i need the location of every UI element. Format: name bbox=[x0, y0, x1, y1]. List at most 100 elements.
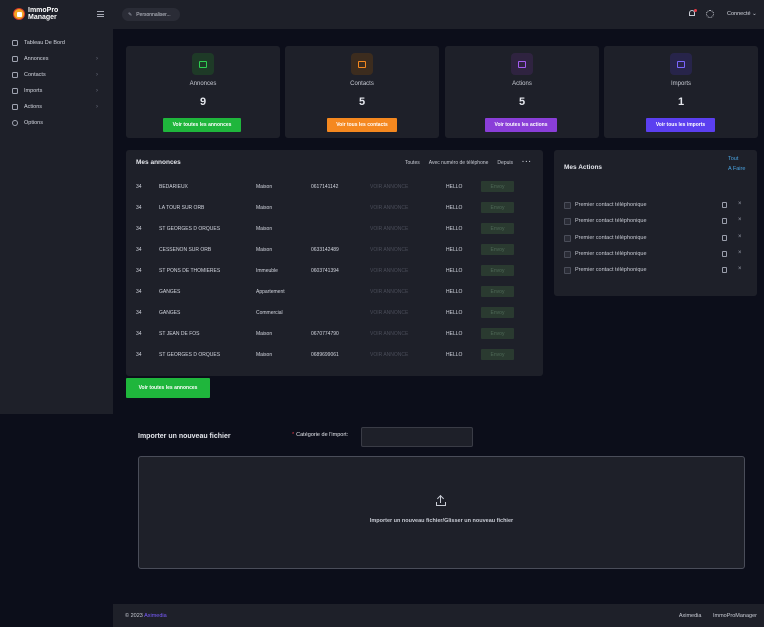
category-select[interactable] bbox=[361, 427, 473, 447]
stat-card-annonces: Annonces 9 Voir toutes les annonces bbox=[126, 46, 280, 138]
sidebar-item-label: Contacts bbox=[24, 72, 46, 78]
view-listing-link[interactable]: VOIR ANNONCE bbox=[370, 310, 408, 316]
table-row: 34 LA TOUR SUR ORB Maison VOIR ANNONCE H… bbox=[126, 197, 543, 218]
view-listing-link[interactable]: VOIR ANNONCE bbox=[370, 331, 408, 337]
view-listing-link[interactable]: VOIR ANNONCE bbox=[370, 247, 408, 253]
view-listing-link[interactable]: VOIR ANNONCE bbox=[370, 226, 408, 232]
file-dropzone[interactable]: Importer un nouveau fichier/Glisser un n… bbox=[138, 456, 745, 569]
status-badge[interactable]: Envoy bbox=[481, 202, 514, 213]
action-checkbox[interactable] bbox=[564, 267, 571, 274]
footer-link-immopromanager[interactable]: ImmoProManager bbox=[713, 613, 757, 619]
table-row: 34 ST GEORGES D ORQUES Maison VOIR ANNON… bbox=[126, 218, 543, 239]
table-row: 34 ST GEORGES D ORQUES Maison 0689699061… bbox=[126, 344, 543, 365]
sidebar-item-label: Actions bbox=[24, 104, 43, 110]
sidebar-item-label: Imports bbox=[24, 88, 43, 94]
document-icon[interactable] bbox=[722, 202, 727, 208]
status-badge[interactable]: Envoy bbox=[481, 286, 514, 297]
view-annonces-button[interactable]: Voir toutes les annonces bbox=[163, 118, 241, 132]
stat-label: Contacts bbox=[350, 81, 374, 87]
sidebar-item-annonces[interactable]: Annonces › bbox=[0, 51, 113, 67]
close-icon[interactable]: × bbox=[738, 234, 742, 240]
status-badge[interactable]: Envoy bbox=[481, 265, 514, 276]
actions-filter-all[interactable]: Tout bbox=[728, 156, 738, 162]
listing-icon bbox=[12, 56, 18, 62]
action-checkbox[interactable] bbox=[564, 202, 571, 209]
filter-all[interactable]: Toutes bbox=[405, 160, 420, 166]
list-item: Premier contact téléphonique × bbox=[564, 200, 750, 214]
import-icon bbox=[12, 88, 18, 94]
house-icon bbox=[192, 53, 214, 75]
close-icon[interactable]: × bbox=[738, 201, 742, 207]
view-listing-link[interactable]: VOIR ANNONCE bbox=[370, 184, 408, 190]
contacts-icon bbox=[12, 72, 18, 78]
sidebar-item-imports[interactable]: Imports › bbox=[0, 83, 113, 99]
logo-icon bbox=[13, 8, 25, 20]
top-header: ✎ Personnaliser... Connecté ⌄ bbox=[113, 0, 764, 29]
view-listing-link[interactable]: VOIR ANNONCE bbox=[370, 205, 408, 211]
document-icon[interactable] bbox=[722, 235, 727, 241]
view-listing-link[interactable]: VOIR ANNONCE bbox=[370, 268, 408, 274]
menu-toggle-icon[interactable] bbox=[97, 11, 104, 19]
table-row: 34 BEDARIEUX Maison 0617141142 VOIR ANNO… bbox=[126, 176, 543, 197]
close-icon[interactable]: × bbox=[738, 250, 742, 256]
footer-links: Aximedia ImmoProManager bbox=[669, 613, 757, 619]
filter-with-phone[interactable]: Avec numéro de téléphone bbox=[429, 160, 489, 166]
notification-bell-icon[interactable] bbox=[688, 9, 697, 18]
status-badge[interactable]: Envoy bbox=[481, 328, 514, 339]
view-contacts-button[interactable]: Voir tous les contacts bbox=[327, 118, 397, 132]
more-options-icon[interactable]: ··· bbox=[522, 159, 532, 166]
view-listing-link[interactable]: VOIR ANNONCE bbox=[370, 289, 408, 295]
action-checkbox[interactable] bbox=[564, 218, 571, 225]
status-badge[interactable]: Envoy bbox=[481, 181, 514, 192]
sidebar-item-dashboard[interactable]: Tableau De Bord bbox=[0, 35, 113, 51]
view-imports-button[interactable]: Voir tous les imports bbox=[646, 118, 715, 132]
sidebar: ImmoPro Manager Tableau De Bord Annonces… bbox=[0, 0, 113, 414]
chevron-down-icon: ⌄ bbox=[752, 11, 757, 17]
table-row: 34 ST PONS DE THOMIERES Immeuble 0603741… bbox=[126, 260, 543, 281]
document-icon bbox=[670, 53, 692, 75]
app-logo[interactable]: ImmoPro Manager bbox=[13, 7, 58, 21]
footer-link-aximedia[interactable]: Aximedia bbox=[679, 613, 702, 619]
document-icon[interactable] bbox=[722, 267, 727, 273]
user-menu[interactable]: Connecté ⌄ bbox=[727, 11, 757, 17]
table-row: 34 CESSENON SUR ORB Maison 0633142489 VO… bbox=[126, 239, 543, 260]
view-actions-button[interactable]: Voir toutes les actions bbox=[485, 118, 557, 132]
sidebar-item-actions[interactable]: Actions › bbox=[0, 99, 113, 115]
filter-since[interactable]: Depuis bbox=[497, 160, 513, 166]
upload-icon bbox=[436, 494, 446, 506]
actions-filter-todo[interactable]: A Faire bbox=[728, 166, 745, 172]
dropzone-text: Importer un nouveau fichier/Glisser un n… bbox=[369, 518, 514, 524]
gear-icon bbox=[12, 120, 18, 126]
action-checkbox[interactable] bbox=[564, 235, 571, 242]
document-icon[interactable] bbox=[722, 251, 727, 257]
sidebar-item-label: Annonces bbox=[24, 56, 49, 62]
stat-card-imports: Imports 1 Voir tous les imports bbox=[604, 46, 758, 138]
status-badge[interactable]: Envoy bbox=[481, 307, 514, 318]
logo-text-line1: ImmoPro bbox=[28, 7, 59, 14]
close-icon[interactable]: × bbox=[738, 266, 742, 272]
view-all-annonces-button[interactable]: Voir toutes les annonces bbox=[126, 378, 210, 398]
contact-card-icon bbox=[351, 53, 373, 75]
close-icon[interactable]: × bbox=[738, 217, 742, 223]
status-badge[interactable]: Envoy bbox=[481, 349, 514, 360]
chevron-right-icon: › bbox=[96, 104, 98, 110]
list-item: Premier contact téléphonique × bbox=[564, 216, 750, 230]
list-item: Premier contact téléphonique × bbox=[564, 249, 750, 263]
stat-label: Actions bbox=[512, 81, 532, 87]
list-item: Premier contact téléphonique × bbox=[564, 265, 750, 279]
brand-link[interactable]: Aximedia bbox=[144, 613, 167, 619]
status-badge[interactable]: Envoy bbox=[481, 223, 514, 234]
action-checkbox[interactable] bbox=[564, 251, 571, 258]
sidebar-item-contacts[interactable]: Contacts › bbox=[0, 67, 113, 83]
document-icon[interactable] bbox=[722, 218, 727, 224]
annonces-filters: Toutes Avec numéro de téléphone Depuis ·… bbox=[396, 159, 532, 166]
table-row: 34 ST JEAN DE FOS Maison 0670774790 VOIR… bbox=[126, 323, 543, 344]
sidebar-item-options[interactable]: Options bbox=[0, 115, 113, 131]
customize-button[interactable]: ✎ Personnaliser... bbox=[122, 8, 180, 21]
actions-icon bbox=[12, 104, 18, 110]
settings-gear-icon[interactable] bbox=[706, 10, 714, 18]
category-label: * Catégorie de l'import: bbox=[292, 432, 349, 438]
status-badge[interactable]: Envoy bbox=[481, 244, 514, 255]
copyright: © 2023 Aximedia bbox=[125, 613, 167, 619]
view-listing-link[interactable]: VOIR ANNONCE bbox=[370, 352, 408, 358]
